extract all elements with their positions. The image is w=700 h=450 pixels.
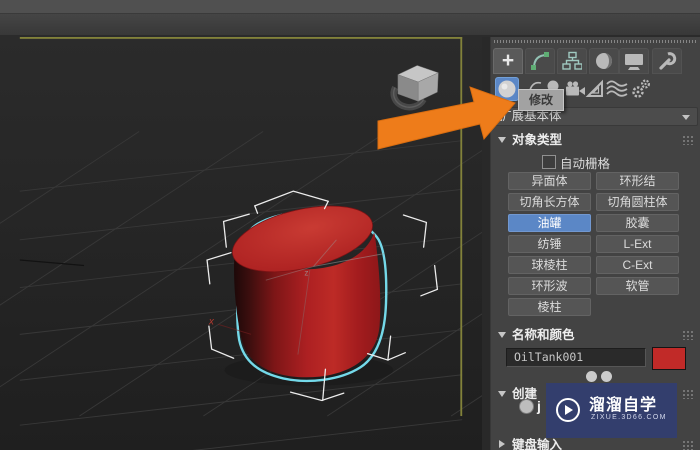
helpers-triangle-icon bbox=[585, 79, 603, 97]
rollout-keyboard-entry[interactable]: 键盘输入 bbox=[493, 436, 699, 450]
watermark-title: 溜溜自学 bbox=[589, 397, 658, 414]
modify-tooltip: 修改 bbox=[518, 89, 564, 111]
motion-icon bbox=[596, 53, 612, 69]
object-name-input[interactable]: OilTank001 bbox=[506, 348, 646, 367]
rollout-grip-icon bbox=[682, 389, 693, 399]
primitive-button-6[interactable]: 胶囊 bbox=[596, 214, 679, 232]
watermark-badge: 溜溜自学 ZIXUE.3D66.COM bbox=[546, 383, 677, 438]
primitive-button-9[interactable]: 球棱柱 bbox=[508, 256, 591, 274]
tab-hierarchy[interactable] bbox=[557, 48, 587, 74]
primitive-button-8[interactable]: L-Ext bbox=[596, 235, 679, 253]
rollout-open-icon bbox=[498, 391, 506, 397]
primitive-button-2[interactable]: 环形结 bbox=[596, 172, 679, 190]
category-helpers[interactable] bbox=[583, 77, 607, 101]
decorative-dot bbox=[601, 371, 612, 382]
primitive-button-11[interactable]: 环形波 bbox=[508, 277, 591, 295]
grid-axis-line bbox=[19, 259, 85, 267]
utilities-wrench-icon bbox=[659, 52, 677, 70]
chevron-down-icon bbox=[682, 115, 690, 120]
primitive-button-3[interactable]: 切角长方体 bbox=[508, 193, 591, 211]
autogrid-label: 自动栅格 bbox=[560, 157, 611, 171]
display-icon bbox=[625, 54, 643, 70]
tab-utilities[interactable] bbox=[652, 48, 682, 74]
secondary-toolbar-strip bbox=[0, 14, 700, 35]
create-plus-icon: + bbox=[501, 49, 515, 72]
watermark-url: ZIXUE.3D66.COM bbox=[591, 414, 667, 421]
screenshot-stage: z x + 修改 扩展基本体 对象类型 自动栅格 异面体 环形结 切角长方体 切… bbox=[0, 0, 700, 450]
primitive-button-1[interactable]: 异面体 bbox=[508, 172, 591, 190]
modify-icon bbox=[531, 52, 549, 70]
object-type-grid: 异面体 环形结 切角长方体 切角圆柱体 油罐 胶囊 纺锤 L-Ext 球棱柱 C-Ext 环形波 软管… bbox=[508, 172, 679, 316]
category-systems[interactable] bbox=[629, 77, 653, 101]
command-panel: + 修改 扩展基本体 对象类型 自动栅格 异面体 环形结 切角长方体 切角圆柱体… bbox=[490, 37, 700, 450]
autogrid-checkbox[interactable] bbox=[542, 155, 556, 169]
primitive-button-13[interactable]: 棱柱 bbox=[508, 298, 591, 316]
primitive-button-4[interactable]: 切角圆柱体 bbox=[596, 193, 679, 211]
tab-motion[interactable] bbox=[589, 48, 619, 74]
rollout-grip-icon bbox=[682, 330, 693, 340]
hierarchy-icon bbox=[562, 51, 582, 70]
primitive-button-7[interactable]: 纺锤 bbox=[508, 235, 591, 253]
axis-z-label: z bbox=[304, 269, 308, 278]
annotation-arrow bbox=[377, 86, 516, 150]
creation-method-radio[interactable] bbox=[519, 399, 534, 414]
viewport-active-border-top bbox=[19, 37, 463, 39]
decorative-dot bbox=[586, 371, 597, 382]
rollout-title: 名称和颜色 bbox=[512, 328, 575, 342]
play-icon bbox=[556, 398, 580, 422]
rollout-object-type[interactable]: 对象类型 bbox=[493, 131, 699, 149]
tab-modify[interactable] bbox=[525, 48, 555, 74]
panel-drag-handle[interactable] bbox=[494, 40, 698, 43]
top-toolbar-strip bbox=[0, 0, 700, 14]
systems-gears-icon bbox=[632, 79, 651, 98]
rollout-name-color[interactable]: 名称和颜色 bbox=[493, 326, 699, 344]
category-space-warps[interactable] bbox=[605, 77, 629, 101]
object-color-swatch[interactable] bbox=[652, 347, 686, 370]
partially-hidden-text: j bbox=[537, 398, 541, 414]
space-warps-waves-icon bbox=[606, 80, 628, 97]
primitive-button-10[interactable]: C-Ext bbox=[596, 256, 679, 274]
primitive-button-5[interactable]: 油罐 bbox=[508, 214, 591, 232]
rollout-title: 键盘输入 bbox=[512, 438, 563, 450]
tab-display[interactable] bbox=[619, 48, 649, 74]
primitive-button-12[interactable]: 软管 bbox=[596, 277, 679, 295]
rollout-open-icon bbox=[498, 332, 506, 338]
rollout-collapsed-icon bbox=[499, 440, 505, 448]
tab-create[interactable]: + bbox=[493, 48, 523, 74]
rollout-grip-icon bbox=[682, 440, 693, 450]
rollout-grip-icon bbox=[682, 135, 693, 145]
